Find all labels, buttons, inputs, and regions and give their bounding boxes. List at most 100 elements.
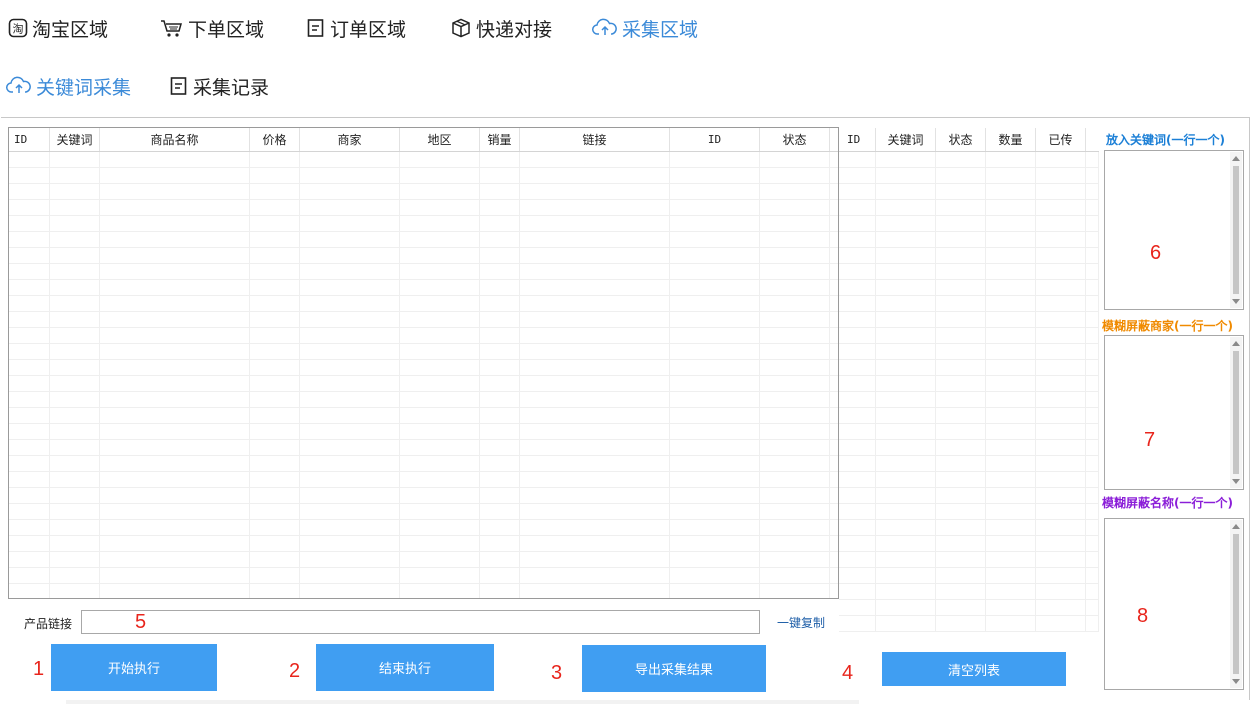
- scrollbar[interactable]: [1230, 152, 1242, 308]
- nav-label: 采集区域: [622, 18, 699, 41]
- block-merchant-label: 模糊屏蔽商家(一行一个): [1102, 319, 1233, 333]
- keywords-label: 放入关键词(一行一个): [1106, 133, 1225, 147]
- column-header[interactable]: 地区: [400, 128, 480, 151]
- empty-row: [9, 152, 838, 168]
- horizontal-scrollbar[interactable]: [66, 700, 859, 704]
- empty-row: [9, 296, 838, 312]
- column-header[interactable]: ID: [670, 128, 760, 151]
- tab-collect-records[interactable]: 采集记录: [169, 72, 269, 100]
- column-header[interactable]: 价格: [250, 128, 300, 151]
- table-header: ID 关键词 状态 数量 已传: [839, 128, 1099, 152]
- empty-row: [9, 360, 838, 376]
- empty-row: [839, 184, 1099, 200]
- taobao-icon: 淘: [8, 18, 28, 38]
- empty-row: [839, 424, 1099, 440]
- box-icon: [450, 18, 472, 38]
- empty-row: [9, 168, 838, 184]
- column-header[interactable]: 关键词: [876, 128, 936, 151]
- empty-row: [839, 392, 1099, 408]
- empty-row: [9, 312, 838, 328]
- empty-row: [839, 232, 1099, 248]
- results-table[interactable]: ID 关键词 商品名称 价格 商家 地区 销量 链接 ID 状态: [8, 127, 839, 599]
- clear-list-button[interactable]: 清空列表: [882, 652, 1066, 686]
- column-header[interactable]: 商品名称: [100, 128, 250, 151]
- nav-orders[interactable]: 订单区域: [306, 14, 406, 42]
- nav-taobao[interactable]: 淘 淘宝区域: [8, 14, 108, 42]
- nav-collect[interactable]: 采集区域: [592, 14, 698, 42]
- empty-row: [839, 536, 1099, 552]
- empty-row: [839, 360, 1099, 376]
- empty-row: [9, 456, 838, 472]
- column-header[interactable]: 已传: [1036, 128, 1086, 151]
- annotation-2: 2: [289, 660, 301, 682]
- empty-row: [839, 456, 1099, 472]
- tab-label: 关键词采集: [36, 76, 132, 99]
- nav-label: 快递对接: [476, 18, 553, 41]
- product-link-input[interactable]: [81, 610, 760, 634]
- scrollbar[interactable]: [1230, 337, 1242, 488]
- empty-row: [9, 184, 838, 200]
- empty-row: [839, 584, 1099, 600]
- empty-row: [9, 472, 838, 488]
- empty-row: [839, 216, 1099, 232]
- column-header[interactable]: ID: [839, 128, 876, 151]
- nav-place-order[interactable]: 下单区域: [160, 14, 264, 42]
- keyword-status-table[interactable]: ID 关键词 状态 数量 已传: [839, 128, 1099, 640]
- empty-row: [9, 424, 838, 440]
- nav-label: 淘宝区域: [32, 18, 109, 41]
- nav-label: 下单区域: [188, 18, 265, 41]
- annotation-8: 8: [1137, 605, 1149, 627]
- annotation-7: 7: [1144, 429, 1156, 451]
- empty-row: [839, 376, 1099, 392]
- column-header[interactable]: 链接: [520, 128, 670, 151]
- table-body: [839, 152, 1099, 632]
- block-name-label: 模糊屏蔽名称(一行一个): [1102, 496, 1233, 510]
- column-header[interactable]: 商家: [300, 128, 400, 151]
- column-header[interactable]: 状态: [760, 128, 830, 151]
- empty-row: [9, 344, 838, 360]
- annotation-5: 5: [135, 611, 147, 633]
- column-header[interactable]: 状态: [936, 128, 986, 151]
- empty-row: [9, 280, 838, 296]
- annotation-4: 4: [842, 662, 854, 684]
- nav-express[interactable]: 快递对接: [450, 14, 552, 42]
- empty-row: [9, 248, 838, 264]
- tab-keyword-collect[interactable]: 关键词采集: [6, 72, 131, 100]
- empty-row: [9, 552, 838, 568]
- annotation-6: 6: [1150, 242, 1162, 264]
- keywords-textarea[interactable]: [1104, 150, 1244, 310]
- table-body: [9, 152, 838, 598]
- block-merchant-textarea[interactable]: [1104, 335, 1244, 490]
- document-icon: [169, 76, 189, 96]
- svg-text:淘: 淘: [13, 23, 24, 36]
- start-button[interactable]: 开始执行: [51, 644, 217, 691]
- tab-label: 采集记录: [193, 76, 270, 99]
- empty-row: [839, 264, 1099, 280]
- empty-row: [839, 552, 1099, 568]
- empty-row: [9, 232, 838, 248]
- scrollbar[interactable]: [1230, 520, 1242, 688]
- empty-row: [839, 168, 1099, 184]
- copy-all-link[interactable]: 一键复制: [777, 614, 825, 631]
- column-header[interactable]: ID: [9, 128, 50, 151]
- empty-row: [839, 568, 1099, 584]
- empty-row: [9, 264, 838, 280]
- stop-button[interactable]: 结束执行: [316, 644, 494, 691]
- column-header[interactable]: 销量: [480, 128, 520, 151]
- document-icon: [306, 18, 326, 38]
- export-button[interactable]: 导出采集结果: [582, 645, 766, 692]
- empty-row: [9, 392, 838, 408]
- empty-row: [839, 600, 1099, 616]
- empty-row: [9, 200, 838, 216]
- empty-row: [839, 344, 1099, 360]
- empty-row: [839, 520, 1099, 536]
- block-name-textarea[interactable]: [1104, 518, 1244, 690]
- annotation-1: 1: [33, 658, 45, 680]
- empty-row: [9, 408, 838, 424]
- column-header[interactable]: 关键词: [50, 128, 100, 151]
- column-header[interactable]: 数量: [986, 128, 1036, 151]
- cloud-icon: [6, 76, 32, 96]
- empty-row: [9, 536, 838, 552]
- table-header: ID 关键词 商品名称 价格 商家 地区 销量 链接 ID 状态: [9, 128, 838, 152]
- empty-row: [9, 584, 838, 598]
